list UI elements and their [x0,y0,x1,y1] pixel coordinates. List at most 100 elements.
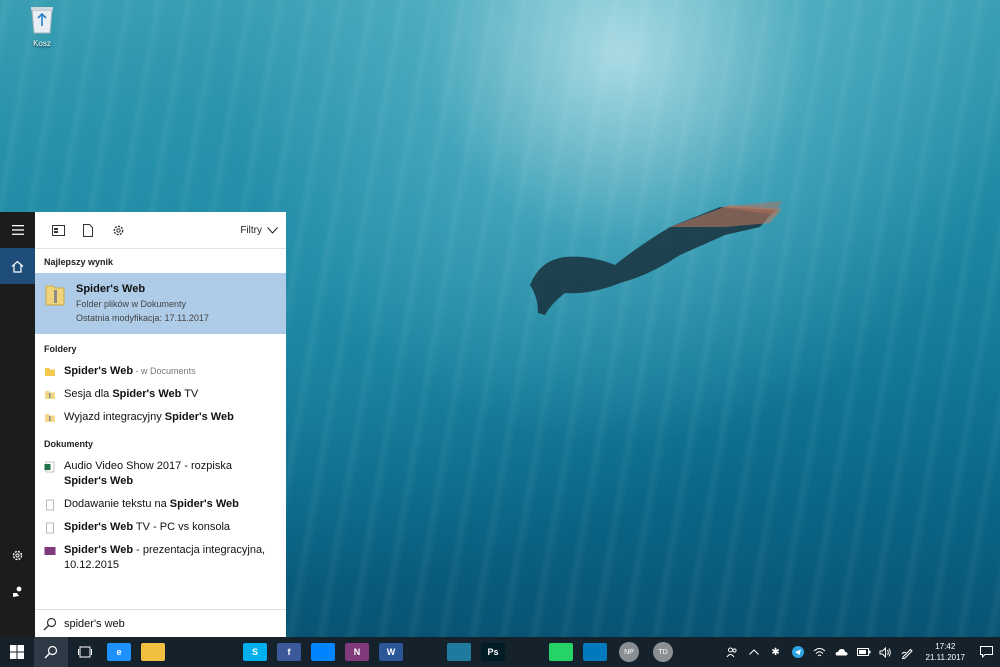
folders-heading: Foldery [44,344,77,354]
battery-tray-icon[interactable] [853,637,875,667]
folder-zip-icon [45,285,65,306]
document-result[interactable]: Audio Video Show 2017 - rozpiska Spider'… [35,455,286,493]
result-text-post: TV [181,388,199,400]
filters-dropdown[interactable]: Filtry [240,225,278,236]
document-icon [83,223,93,237]
taskbar-app-skype[interactable]: S [243,643,267,661]
battery-icon [856,648,871,656]
wallpaper-diver [530,201,782,315]
best-match-modified: Ostatnia modyfikacja: 17.11.2017 [76,313,209,323]
search-input[interactable] [64,617,264,630]
taskbar-app-mail[interactable] [209,643,233,661]
onenote-file-icon [44,547,56,555]
filters-label: Filtry [240,224,262,236]
folder-zip-icon [45,391,55,399]
result-text-match: Spider's Web [112,388,182,400]
folder-result[interactable]: Sesja dla Spider's Web TV [35,383,286,406]
result-text-match: Spider's Web [164,411,234,423]
best-match-subtitle: Folder plików w Dokumenty [76,299,187,309]
gear-icon [12,550,23,560]
pinned-apps: e Sf N W Ps [102,643,612,661]
result-text-match: Spider's Web [64,521,134,533]
best-match-title: Spider's Web [76,283,146,295]
system-tray: ✱ 17:42 21.11.2017 [721,637,1000,667]
taskbar-app-explorer[interactable] [141,643,165,661]
chevron-down-icon [267,226,278,234]
task-view-icon [78,646,92,658]
taskbar-app-trello[interactable] [583,643,607,661]
home-button[interactable] [0,248,35,284]
document-result[interactable]: Spider's Web - prezentacja integracyjna,… [35,539,286,577]
result-text-pre: Audio Video Show 2017 - rozpiska [64,460,232,472]
apps-icon [51,224,65,236]
apps-filter-button[interactable] [43,215,73,245]
people-avatar[interactable]: TD [653,642,673,662]
feedback-button[interactable] [0,573,35,609]
text-file-icon [46,522,54,534]
clock-date: 21.11.2017 [925,653,965,662]
search-icon [44,645,58,659]
taskbar-app-whatsapp[interactable] [549,643,573,661]
wifi-tray-icon[interactable] [809,637,831,667]
taskbar-app-word[interactable]: W [379,643,403,661]
telegram-icon [791,646,804,658]
pen-icon [901,648,913,659]
people-icon [726,647,737,658]
taskbar-search-button[interactable] [34,637,68,667]
action-center-button[interactable] [972,637,1000,667]
result-location: - w Documents [133,366,196,376]
documents-heading: Dokumenty [44,439,94,449]
start-button[interactable] [0,637,34,667]
slack-tray-icon[interactable]: ✱ [765,637,787,667]
folder-result[interactable]: Spider's Web - w Documents [35,360,286,383]
hamburger-menu-button[interactable] [0,212,35,248]
pen-workspace-tray-icon[interactable] [897,637,919,667]
clock-time: 17:42 [935,642,956,651]
taskbar-app-photoshop[interactable]: Ps [481,643,505,661]
people-avatar[interactable]: NP [619,642,639,662]
search-results: Najlepszy wynik Spider's Web Folder plik… [35,249,286,609]
show-hidden-icons-button[interactable] [743,637,765,667]
document-result[interactable]: Dodawanie tekstu na Spider's Web [35,493,286,516]
taskbar-app-edge[interactable]: e [107,643,131,661]
taskbar-app-messenger[interactable] [311,643,335,661]
taskbar-app-app-octopus[interactable] [413,643,437,661]
web-filter-button[interactable] [103,215,133,245]
result-text-match: Spider's Web [64,475,134,487]
recycle-bin[interactable]: Kosz [22,4,62,48]
search-icon [43,617,57,630]
speaker-icon [879,646,891,658]
taskbar-app-onenote[interactable]: N [345,643,369,661]
taskbar-app-onedrive[interactable] [175,643,199,661]
folder-icon [45,368,55,376]
excel-file-icon [44,461,55,473]
result-text-pre: Sesja dla [64,388,113,400]
documents-filter-button[interactable] [73,215,103,245]
home-icon [11,260,24,273]
best-match-result[interactable]: Spider's Web Folder plików w Dokumenty O… [35,273,286,334]
result-text-match: Spider's Web [64,544,134,556]
clock[interactable]: 17:42 21.11.2017 [919,641,972,663]
result-text-post: TV - PC vs konsola [133,521,231,533]
recycle-bin-icon [31,7,53,34]
gear-icon [113,225,123,235]
chevron-up-icon [748,649,759,655]
taskbar-app-slack[interactable] [515,643,539,661]
taskbar: e Sf N W Ps NP TD ✱ 17:42 21.11.2017 [0,637,1000,667]
settings-button[interactable] [0,537,35,573]
telegram-tray-icon[interactable] [787,637,809,667]
feedback-icon [13,586,22,597]
onedrive-tray-icon[interactable] [831,637,853,667]
folder-result[interactable]: Wyjazd integracyjny Spider's Web [35,406,286,429]
result-text-match: Spider's Web [64,365,134,377]
cloud-icon [835,648,848,656]
task-view-button[interactable] [68,637,102,667]
taskbar-app-facebook[interactable]: f [277,643,301,661]
taskbar-app-calculator[interactable] [447,643,471,661]
best-match-heading: Najlepszy wynik [44,257,114,267]
volume-tray-icon[interactable] [875,637,897,667]
document-result[interactable]: Spider's Web TV - PC vs konsola [35,516,286,539]
people-button[interactable] [721,637,743,667]
search-box[interactable] [35,609,286,637]
result-text-pre: Wyjazd integracyjny [64,411,165,423]
